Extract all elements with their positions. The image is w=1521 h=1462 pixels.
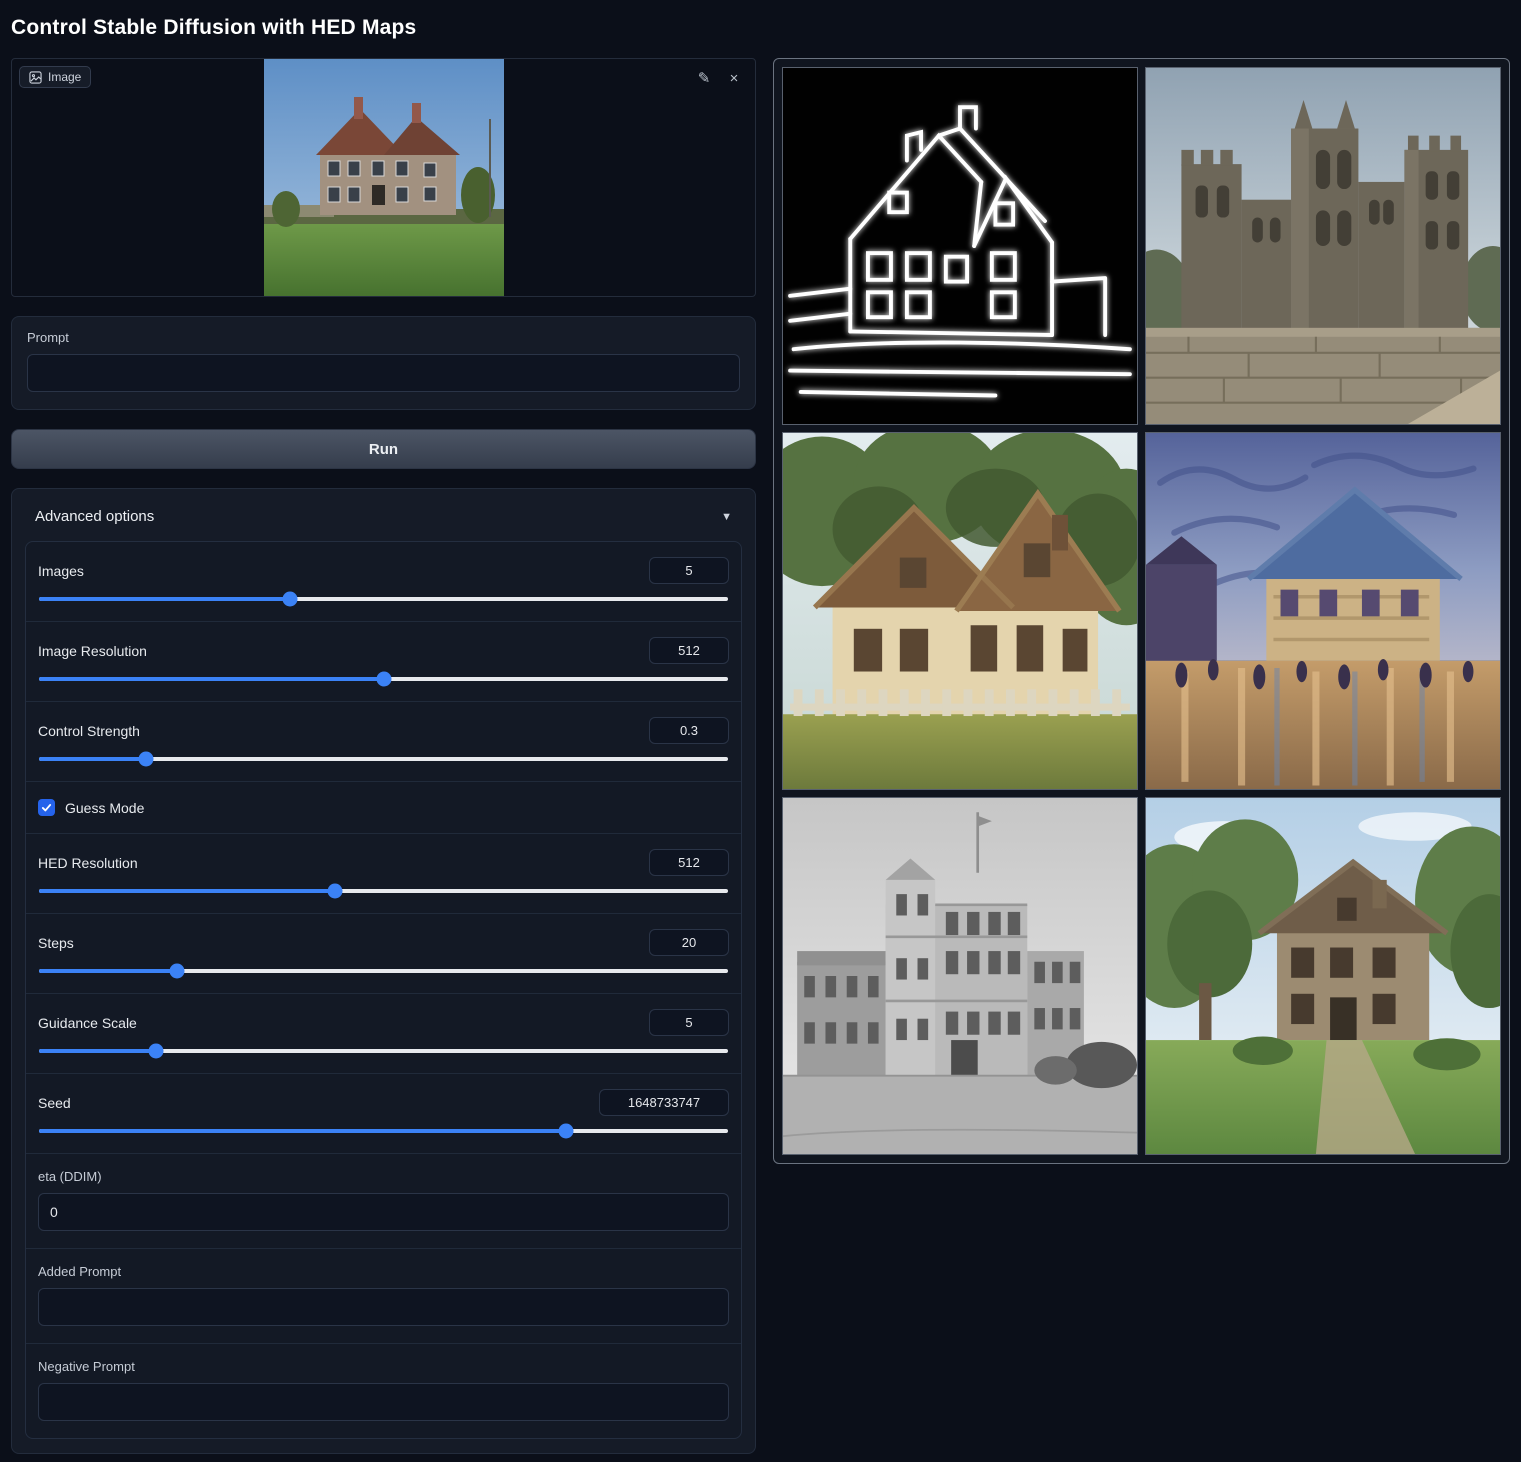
main-layout: Image ✎ × [11, 58, 1510, 1454]
edit-image-button[interactable]: ✎ [693, 67, 715, 89]
hed-resolution-slider-fill [39, 889, 335, 893]
control-strength-value-input[interactable] [649, 717, 729, 744]
advanced-options-label: Advanced options [35, 508, 154, 525]
input-image-house-photo [264, 59, 504, 296]
output-gallery [773, 58, 1510, 1164]
steps-label: Steps [38, 935, 74, 951]
controls-column: Image ✎ × [11, 58, 756, 1454]
added-prompt-input[interactable] [38, 1288, 729, 1326]
steps-slider-handle[interactable] [169, 964, 184, 979]
eta-block: eta (DDIM) [26, 1154, 741, 1249]
control-strength-slider-block: Control Strength [26, 702, 741, 782]
hed-resolution-slider-block: HED Resolution [26, 834, 741, 914]
hed-resolution-label: HED Resolution [38, 855, 138, 871]
prompt-panel: Prompt [11, 316, 756, 410]
images-label: Images [38, 563, 84, 579]
advanced-options-panel: Advanced options ▼ Images [11, 488, 756, 1454]
seed-value-input[interactable] [599, 1089, 729, 1116]
control-strength-label: Control Strength [38, 723, 140, 739]
images-slider-handle[interactable] [283, 592, 298, 607]
impressionist-house-image [1146, 433, 1500, 789]
gallery-item-3[interactable] [782, 432, 1138, 790]
clear-image-button[interactable]: × [723, 67, 745, 89]
gallery-item-2[interactable] [1145, 67, 1501, 425]
image-resolution-slider-fill [39, 677, 384, 681]
guidance-scale-slider[interactable] [39, 1049, 728, 1053]
guidance-scale-value-input[interactable] [649, 1009, 729, 1036]
guidance-scale-slider-fill [39, 1049, 156, 1053]
image-resolution-slider-block: Image Resolution [26, 622, 741, 702]
hed-resolution-value-input[interactable] [649, 849, 729, 876]
prompt-input[interactable] [27, 354, 740, 392]
prompt-label: Prompt [27, 330, 740, 345]
image-upload-panel[interactable]: Image ✎ × [11, 58, 756, 297]
seed-label: Seed [38, 1095, 71, 1111]
accordion-arrow-icon: ▼ [721, 511, 732, 523]
added-prompt-block: Added Prompt [26, 1249, 741, 1344]
seed-slider-block: Seed [26, 1074, 741, 1154]
page-title: Control Stable Diffusion with HED Maps [11, 16, 1510, 40]
stone-castle-image [1146, 68, 1500, 424]
image-resolution-label: Image Resolution [38, 643, 147, 659]
guess-mode-checkbox[interactable]: Guess Mode [26, 782, 741, 834]
images-slider-fill [39, 597, 290, 601]
images-slider-block: Images [26, 542, 741, 622]
image-resolution-slider-handle[interactable] [376, 672, 391, 687]
seed-slider-fill [39, 1129, 566, 1133]
guidance-scale-slider-block: Guidance Scale [26, 994, 741, 1074]
negative-prompt-block: Negative Prompt [26, 1344, 741, 1438]
image-icon [29, 71, 42, 84]
hed-resolution-slider[interactable] [39, 889, 728, 893]
images-value-input[interactable] [649, 557, 729, 584]
gallery-item-6[interactable] [1145, 797, 1501, 1155]
seed-slider[interactable] [39, 1129, 728, 1133]
image-label: Image [48, 70, 81, 84]
gallery-item-1[interactable] [782, 67, 1138, 425]
advanced-options-form: Images Image Resolution [25, 541, 742, 1439]
added-prompt-label: Added Prompt [38, 1264, 729, 1279]
app-page: Control Stable Diffusion with HED Maps I… [0, 0, 1521, 1462]
gallery-item-5[interactable] [782, 797, 1138, 1155]
eta-label: eta (DDIM) [38, 1169, 729, 1184]
eta-input[interactable] [38, 1193, 729, 1231]
hed-resolution-slider-handle[interactable] [328, 884, 343, 899]
control-strength-slider[interactable] [39, 757, 728, 761]
image-resolution-value-input[interactable] [649, 637, 729, 664]
negative-prompt-label: Negative Prompt [38, 1359, 729, 1374]
steps-slider-fill [39, 969, 177, 973]
grayscale-building-image [783, 798, 1137, 1154]
advanced-options-accordion[interactable]: Advanced options ▼ [25, 499, 742, 541]
negative-prompt-input[interactable] [38, 1383, 729, 1421]
storybook-house-image [783, 433, 1137, 789]
image-toolbar: ✎ × [693, 67, 745, 89]
control-strength-slider-fill [39, 757, 146, 761]
run-button[interactable]: Run [11, 429, 756, 469]
image-resolution-slider[interactable] [39, 677, 728, 681]
images-slider[interactable] [39, 597, 728, 601]
steps-slider-block: Steps [26, 914, 741, 994]
guidance-scale-slider-handle[interactable] [149, 1044, 164, 1059]
seed-slider-handle[interactable] [559, 1124, 574, 1139]
control-strength-slider-handle[interactable] [138, 752, 153, 767]
guidance-scale-label: Guidance Scale [38, 1015, 137, 1031]
steps-value-input[interactable] [649, 929, 729, 956]
guess-mode-label: Guess Mode [65, 800, 144, 816]
hed-edge-map-image [783, 68, 1137, 424]
steps-slider[interactable] [39, 969, 728, 973]
gallery-item-4[interactable] [1145, 432, 1501, 790]
country-house-image [1146, 798, 1500, 1154]
checkbox-checked-icon [38, 799, 55, 816]
image-label-badge: Image [19, 66, 91, 88]
